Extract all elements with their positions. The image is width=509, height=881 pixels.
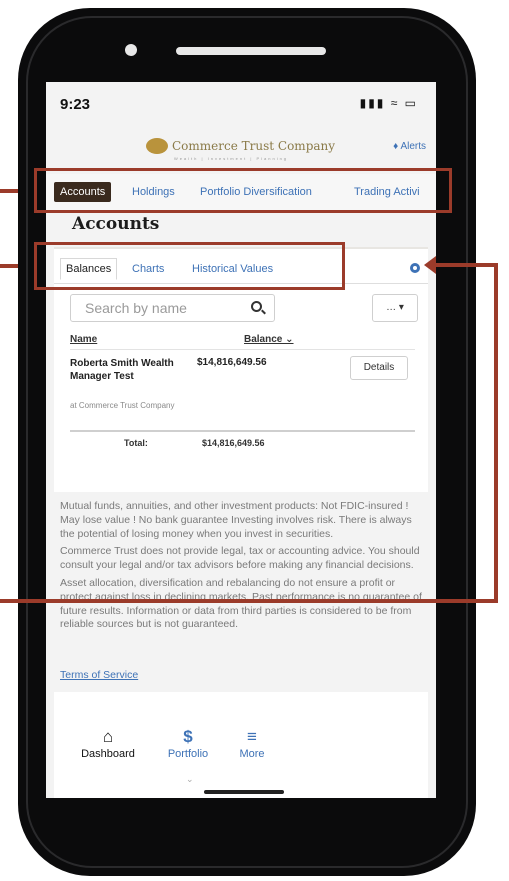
annotation-arrow-gear-top [434,263,498,267]
bottom-nav: ⌂ Dashboard $ Portfolio ≡ More ⌄ [54,692,428,798]
page-title: Accounts [72,214,160,234]
header-divider [70,349,415,350]
account-name[interactable]: Roberta Smith Wealth Manager Test [70,357,180,383]
nav-dashboard-label: Dashboard [81,748,135,760]
account-balance: $14,816,649.56 [197,357,267,368]
dollar-icon: $ [183,727,193,746]
search-icon[interactable] [251,301,262,312]
nav-portfolio-label: Portfolio [167,748,209,760]
total-label: Total: [124,438,148,448]
alerts-label: Alerts [400,141,426,152]
search-input[interactable] [71,295,241,321]
terms-of-service-link[interactable]: Terms of Service [60,669,138,681]
total-value: $14,816,649.56 [202,438,265,448]
home-icon: ⌂ [102,727,114,746]
nav-more[interactable]: ≡ More [230,726,274,760]
more-options-button[interactable]: … ▾ [372,294,418,322]
status-icons: ▮▮▮ ≈ ▭ [359,96,418,110]
nav-dashboard[interactable]: ⌂ Dashboard [76,726,140,760]
annotation-arrow-gear-right [494,263,498,603]
logo-text: Commerce Trust Company [172,139,336,153]
annotation-box-tabs [34,168,452,213]
total-divider [70,430,415,432]
account-institution: at Commerce Trust Company [70,401,175,410]
home-indicator [204,790,284,794]
column-header-balance[interactable]: Balance ⌄ [244,334,294,345]
logo-globe-icon [146,138,168,154]
nav-portfolio[interactable]: $ Portfolio [158,726,218,760]
app-header: Commerce Trust Company Wealth | Investme… [46,132,436,162]
disclaimer-paragraph: Mutual funds, annuities, and other inves… [60,500,412,540]
details-button[interactable]: Details [350,356,408,380]
status-bar: 9:23 ▮▮▮ ≈ ▭ [46,82,436,120]
disclaimer-paragraph: Commerce Trust does not provide legal, t… [60,545,420,572]
search-box [70,294,275,322]
alerts-link[interactable]: ♦ Alerts [393,141,426,152]
chevron-down-icon: ⌄ [186,774,194,784]
gear-icon[interactable] [410,263,420,273]
status-time: 9:23 [60,96,91,113]
speaker-grille [176,47,326,55]
disclaimer: Mutual funds, annuities, and other inves… [60,500,428,636]
menu-icon: ≡ [247,727,257,746]
disclaimer-paragraph: Asset allocation, diversification and re… [60,576,422,631]
nav-more-label: More [239,748,265,760]
company-logo[interactable]: Commerce Trust Company [146,138,335,154]
logo-subtitle: Wealth | Investment | Planning [174,156,289,161]
column-header-name[interactable]: Name [70,334,97,345]
annotation-box-subtabs [34,242,345,290]
annotation-arrow-gear-bottom [0,599,498,603]
camera-icon [125,44,137,56]
